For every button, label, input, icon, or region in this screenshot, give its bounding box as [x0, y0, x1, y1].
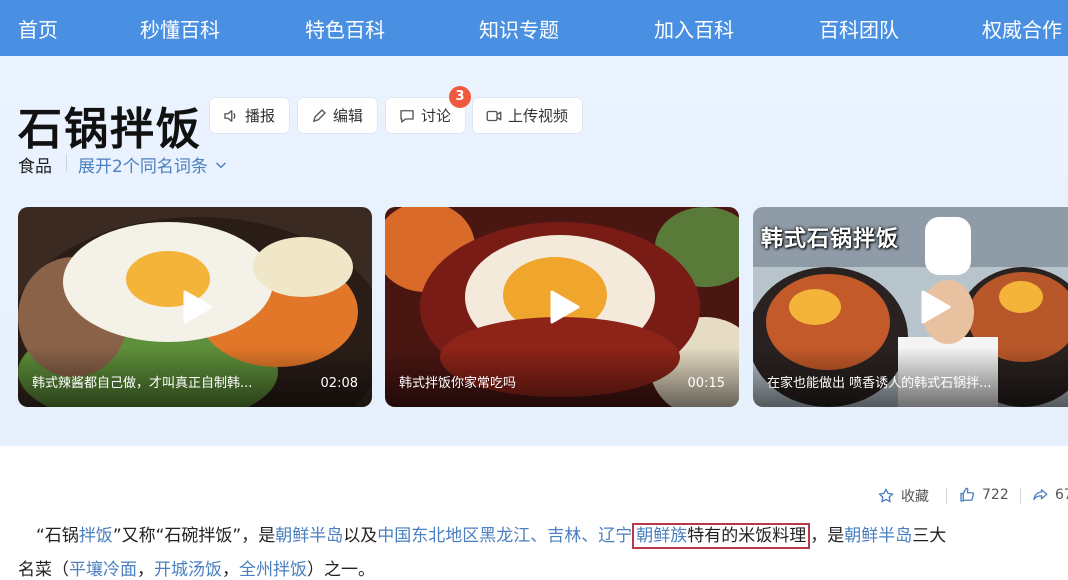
discuss-count-badge: 3: [449, 86, 471, 108]
link-liaoning[interactable]: 辽宁: [598, 526, 632, 546]
text-fragment: ，: [137, 560, 154, 580]
text-fragment: 三大: [912, 526, 947, 546]
star-icon: [878, 488, 894, 503]
nav-item-partners[interactable]: 权威合作: [982, 14, 1062, 43]
pencil-icon: [313, 108, 326, 122]
link-korean-ethnic-group[interactable]: 朝鲜族: [636, 526, 687, 546]
article-paragraph-line: 名菜（平壤冷面，开城汤饭，全州拌饭）之一。: [18, 558, 1068, 580]
edit-button[interactable]: 编辑: [297, 97, 379, 134]
text-fragment: ）之一。: [307, 560, 375, 580]
video-duration: 02:08: [320, 376, 358, 391]
video-card[interactable]: 韩式石锅拌饭 在家也能做出 喷香诱人的韩式石锅拌...: [753, 207, 1068, 407]
text-fragment: 名菜（: [18, 560, 69, 580]
nav-item-topics[interactable]: 知识专题: [479, 14, 559, 43]
chat-bubble-icon: [400, 109, 414, 123]
category-divider: [66, 154, 67, 172]
page-title: 石锅拌饭: [18, 104, 202, 155]
share-icon: [1033, 489, 1048, 501]
chevron-down-icon: [216, 162, 226, 168]
thumbs-up-icon: [960, 487, 975, 502]
expand-homonyms-label: 展开2个同名词条: [78, 157, 208, 177]
play-icon: [550, 290, 580, 324]
video-card[interactable]: 韩式辣酱都自己做，才叫真正自制韩... 02:08: [18, 207, 372, 407]
text-fragment: “石锅: [36, 526, 79, 546]
stats-divider: [1020, 488, 1021, 504]
nav-item-team[interactable]: 百科团队: [819, 14, 899, 43]
link-pyongyang-cold-noodles[interactable]: 平壤冷面: [69, 560, 137, 580]
link-jilin[interactable]: 吉林: [547, 526, 581, 546]
text-fragment: 特有的米饭料理: [687, 526, 807, 546]
video-overlay-title: 韩式石锅拌饭: [761, 226, 900, 252]
like-button[interactable]: 722: [958, 486, 1009, 504]
link-jeonju-bibimbap[interactable]: 全州拌饭: [239, 560, 307, 580]
text-fragment: 以及: [343, 526, 378, 546]
link-kaesong-soup-rice[interactable]: 开城汤饭: [154, 560, 222, 580]
text-fragment: 、: [581, 526, 599, 546]
link-bibimbap[interactable]: 拌饭: [79, 526, 113, 546]
text-fragment: ”又称“石碗拌饭”，是: [112, 526, 276, 546]
video-duration: 00:15: [687, 376, 725, 391]
video-caption: 韩式拌饭你家常吃吗: [399, 376, 517, 391]
broadcast-label: 播报: [245, 107, 276, 125]
upload-video-button[interactable]: 上传视频: [472, 97, 584, 134]
discuss-label: 讨论: [421, 107, 452, 125]
stats-divider: [946, 488, 947, 504]
favorite-label: 收藏: [901, 489, 929, 505]
highlighted-phrase: 朝鲜族特有的米饭料理: [632, 523, 811, 549]
text-fragment: 、: [530, 526, 548, 546]
play-icon: [183, 290, 213, 324]
video-caption: 在家也能做出 喷香诱人的韩式石锅拌...: [767, 376, 992, 391]
text-fragment: ，: [222, 560, 239, 580]
link-heilongjiang[interactable]: 黑龙江: [479, 526, 530, 546]
video-caption: 韩式辣酱都自己做，才叫真正自制韩...: [32, 376, 253, 391]
category-label: 食品: [18, 157, 52, 177]
speaker-icon: [224, 109, 236, 122]
video-camera-icon: [486, 110, 502, 121]
nav-item-join[interactable]: 加入百科: [654, 14, 734, 43]
upload-video-label: 上传视频: [508, 107, 569, 125]
edit-label: 编辑: [333, 107, 364, 125]
article-paragraph-line: “石锅拌饭”又称“石碗拌饭”，是朝鲜半岛以及中国东北地区黑龙江、吉林、辽宁 朝鲜族…: [36, 523, 1068, 549]
nav-item-miaodong[interactable]: 秒懂百科: [140, 14, 220, 43]
nav-item-featured[interactable]: 特色百科: [305, 14, 385, 43]
expand-homonyms-link[interactable]: 展开2个同名词条: [78, 152, 228, 177]
share-count: 67: [1055, 487, 1068, 503]
play-icon: [921, 290, 951, 324]
link-korean-peninsula[interactable]: 朝鲜半岛: [844, 526, 912, 546]
video-card[interactable]: 韩式拌饭你家常吃吗 00:15: [385, 207, 739, 407]
link-northeast-china[interactable]: 中国东北地区: [377, 526, 479, 546]
like-count: 722: [982, 487, 1009, 503]
broadcast-button[interactable]: 播报: [209, 97, 291, 134]
share-button[interactable]: 67: [1031, 486, 1068, 504]
text-fragment: ，是: [810, 526, 845, 546]
favorite-button[interactable]: 收藏: [877, 486, 929, 506]
top-navigation: 首页 秒懂百科 特色百科 知识专题 加入百科 百科团队 权威合作: [0, 0, 1068, 56]
nav-item-home[interactable]: 首页: [18, 14, 58, 43]
link-korean-peninsula[interactable]: 朝鲜半岛: [275, 526, 343, 546]
